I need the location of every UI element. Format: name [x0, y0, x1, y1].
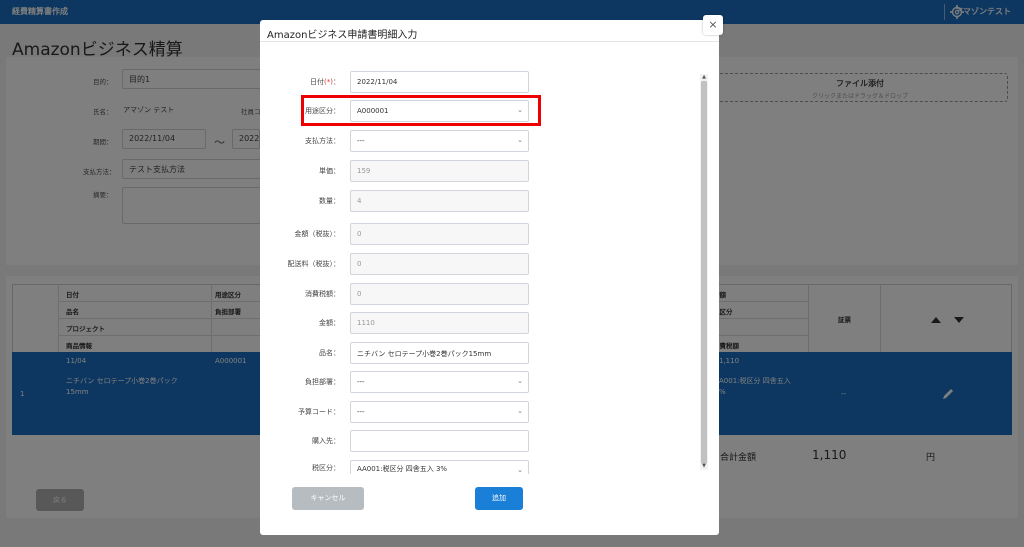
amount-ex-tax-input: 0: [350, 223, 529, 245]
item-name-label: 品名：: [319, 349, 340, 357]
unit-price-row: 単価： 159: [260, 160, 530, 182]
amount-label: 金額：: [319, 319, 340, 327]
chevron-down-icon: ⌄: [517, 136, 523, 144]
dept-select[interactable]: --- ⌄: [350, 371, 529, 393]
scrollbar-thumb[interactable]: [701, 81, 707, 464]
shipping-row: 配送料（税抜）： 0: [260, 253, 530, 275]
item-name-row: 品名： ニチバン セロテープ小巻2巻パック15mm: [260, 342, 530, 364]
payment-row: 支払方法： --- ⌄: [260, 130, 530, 152]
unit-price-input: 159: [350, 160, 529, 182]
amount-ex-row: 金額（税抜）： 0: [260, 223, 530, 245]
tax-class-row: 税区分： AA001:税区分 四舎五入 3% ⌄: [260, 460, 530, 474]
chevron-down-icon: ⌄: [517, 466, 523, 474]
modal-title: Amazonビジネス申請書明細入力: [267, 30, 418, 41]
add-button[interactable]: 追加: [475, 487, 523, 510]
vendor-row: 購入先：: [260, 430, 530, 452]
close-button[interactable]: ×: [703, 15, 723, 35]
quantity-input: 4: [350, 190, 529, 212]
vendor-label: 購入先：: [312, 437, 340, 445]
budget-code-label: 予算コード：: [298, 408, 340, 416]
quantity-row: 数量： 4: [260, 190, 530, 212]
tax-amount-label: 消費税額：: [305, 290, 340, 298]
payment-method-label: 支払方法：: [305, 137, 340, 145]
tax-class-label: 税区分：: [312, 464, 340, 472]
date-label: 日付(*)：: [310, 78, 340, 86]
chevron-down-icon: ⌄: [517, 377, 523, 385]
scroll-up-icon[interactable]: ▲: [701, 74, 707, 80]
vendor-input[interactable]: [350, 430, 529, 452]
tax-amount-input: 0: [350, 283, 529, 305]
usage-highlight: [301, 95, 541, 126]
chevron-down-icon: ⌄: [517, 407, 523, 415]
date-row: 日付(*)： 2022/11/04: [260, 71, 530, 93]
cancel-button[interactable]: キャンセル: [292, 487, 364, 510]
budget-row: 予算コード： --- ⌄: [260, 401, 530, 423]
quantity-label: 数量：: [319, 197, 340, 205]
modal-header-divider: [260, 41, 719, 42]
scroll-down-icon[interactable]: ▼: [701, 463, 707, 469]
amount-input: 1110: [350, 312, 529, 334]
payment-method-select[interactable]: --- ⌄: [350, 130, 529, 152]
item-name-input[interactable]: ニチバン セロテープ小巻2巻パック15mm: [350, 342, 529, 364]
dept-row: 負担部署： --- ⌄: [260, 371, 530, 393]
date-input[interactable]: 2022/11/04: [350, 71, 529, 93]
shipping-label: 配送料（税抜）：: [287, 260, 341, 268]
tax-row: 消費税額： 0: [260, 283, 530, 305]
budget-code-select[interactable]: --- ⌄: [350, 401, 529, 423]
shipping-input: 0: [350, 253, 529, 275]
unit-price-label: 単価：: [319, 167, 340, 175]
dept-label: 負担部署：: [305, 378, 340, 386]
amount-ex-tax-label: 金額（税抜）：: [294, 230, 341, 238]
tax-class-select[interactable]: AA001:税区分 四舎五入 3% ⌄: [350, 460, 529, 474]
scroll-clip: 税区分： AA001:税区分 四舎五入 3% ⌄: [260, 460, 700, 474]
amount-row: 金額： 1110: [260, 312, 530, 334]
